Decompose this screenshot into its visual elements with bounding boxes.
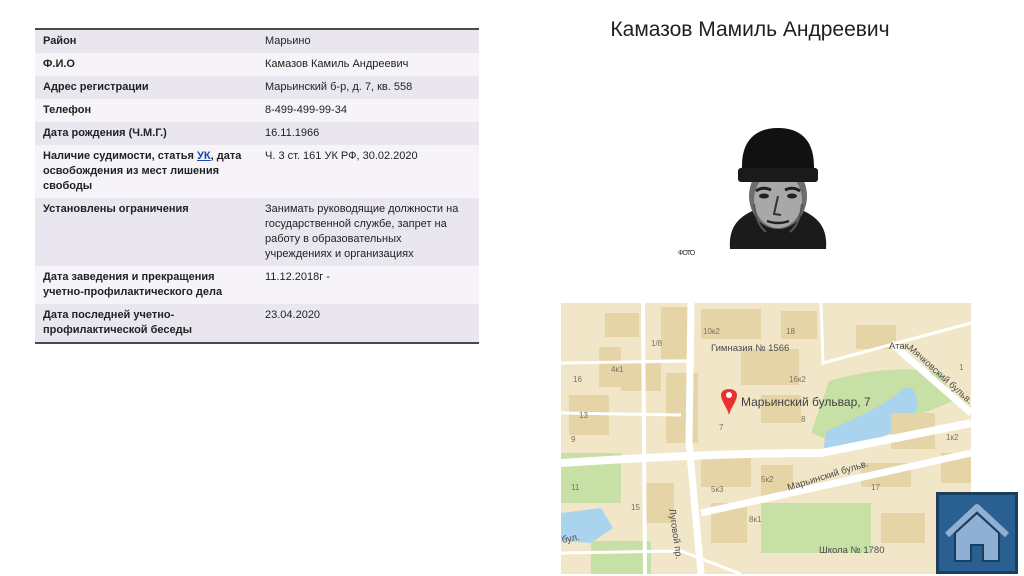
row-value: 23.04.2020 [257, 304, 479, 344]
map-label-gymnasium: Гимназия № 1566 [711, 343, 790, 354]
home-icon [944, 504, 1010, 562]
photo-caption: ФОТО [678, 250, 695, 257]
criminal-code-link[interactable]: УК [197, 150, 211, 162]
map-building-label: 1к2 [946, 433, 959, 442]
person-name-title: Камазов Мамиль Андреевич [610, 18, 890, 41]
map-building-label: 11 [571, 483, 580, 492]
map-building-label: 1 [959, 363, 964, 372]
row-value: Марьинский б-р, д. 7, кв. 558 [265, 81, 413, 93]
row-value: 11.12.2018г - [265, 271, 330, 283]
row-key: Наличие судимости, статья УК, дата освоб… [35, 145, 257, 198]
row-value: Ч. 3 ст. 161 УК РФ, 30.02.2020 [265, 150, 418, 162]
map-building-label: 8 [801, 415, 806, 424]
map-building-label: 9 [571, 435, 576, 444]
row-value: Марьино [257, 28, 479, 53]
table-row: Адрес регистрации Марьинский б-р, д. 7, … [35, 76, 479, 99]
row-key: Адрес регистрации [43, 81, 149, 93]
row-value: 16.11.1966 [265, 127, 320, 139]
map-building-label: 16к2 [789, 375, 806, 384]
info-table: Район Марьино Ф.И.О Камазов Камиль Андре… [35, 28, 479, 344]
map-building-label: 4к1 [611, 365, 624, 374]
table-row: Наличие судимости, статья УК, дата освоб… [35, 145, 479, 198]
table-row: Установлены ограничения Занимать руковод… [35, 198, 479, 266]
row-key-prefix: Наличие судимости, статья [43, 150, 198, 162]
row-key: Телефон [43, 104, 92, 116]
row-key: Район [35, 28, 257, 53]
table-row: Район Марьино [35, 28, 479, 53]
table-row: Ф.И.О Камазов Камиль Андреевич [35, 53, 479, 76]
map-address-label: Марьинский бульвар, 7 [741, 395, 871, 409]
row-value: 8-499-499-99-34 [265, 104, 347, 116]
row-key: Дата последней учетно-профилактической б… [35, 304, 257, 344]
table-row: Дата рождения (Ч.М.Г.) 16.11.1966 [35, 122, 479, 145]
table-row: Телефон 8-499-499-99-34 [35, 99, 479, 122]
map-building-label: 17 [871, 483, 880, 492]
map-building-label: 18 [786, 327, 795, 336]
map-building-label: 1/8 [651, 339, 663, 348]
map-building-label: 8к1 [749, 515, 762, 524]
map-building-label: 16 [573, 375, 582, 384]
map-building-label: 7 [719, 423, 724, 432]
map-building-label: 5к2 [761, 475, 774, 484]
row-key: Дата заведения и прекращения учетно-проф… [43, 271, 223, 298]
table-row: Дата последней учетно-профилактической б… [35, 304, 479, 344]
row-key: Ф.И.О [43, 58, 75, 70]
row-value: Камазов Камиль Андреевич [265, 58, 409, 70]
row-value: Занимать руководящие должности на госуда… [265, 203, 459, 260]
home-button[interactable] [936, 492, 1018, 574]
map-building-label: 5к3 [711, 485, 724, 494]
row-key: Дата рождения (Ч.М.Г.) [43, 127, 167, 139]
composite-sketch-photo [718, 124, 838, 249]
map-label-school: Школа № 1780 [819, 545, 885, 556]
table-row: Дата заведения и прекращения учетно-проф… [35, 266, 479, 304]
row-key: Установлены ограничения [43, 203, 189, 215]
map-building-label: 15 [631, 503, 640, 512]
map-building-label: 13 [579, 411, 588, 420]
map-building-label: 10к2 [703, 327, 720, 336]
location-map[interactable]: Марьинский бульвар, 7 Гимназия № 1566 Шк… [561, 303, 971, 574]
